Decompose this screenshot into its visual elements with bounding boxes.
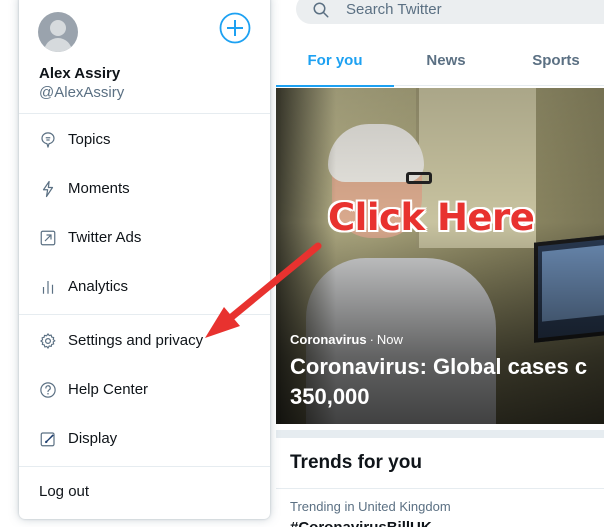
analytics-icon	[42, 281, 54, 294]
hero-headline-line1: Coronavirus: Global cases c	[290, 354, 588, 379]
avatar[interactable]	[38, 12, 78, 52]
tab-sports[interactable]: Sports	[498, 34, 604, 86]
add-account-icon[interactable]	[219, 12, 251, 44]
divider	[276, 488, 604, 489]
menu-item-topics[interactable]: Topics	[19, 118, 270, 162]
hero-headline-line2: 350,000	[290, 384, 370, 409]
account-name: Alex Assiry	[39, 65, 121, 82]
hero-time: Now	[376, 332, 403, 347]
hero-story[interactable]: Coronavirus · Now Coronavirus: Global case…	[276, 88, 604, 424]
search-box[interactable]	[296, 0, 604, 24]
hero-category: Coronavirus	[290, 332, 367, 347]
explore-tabs: For you News Sports	[276, 34, 604, 87]
hero-headline: Coronavirus: Global cases c 350,000	[290, 352, 604, 412]
search-input[interactable]	[346, 0, 604, 21]
menu-item-twitter-ads[interactable]: Twitter Ads	[19, 216, 270, 260]
menu-item-label: Moments	[68, 180, 130, 197]
hero-separator: ·	[369, 332, 374, 347]
display-icon	[40, 432, 55, 447]
menu-item-settings-and-privacy[interactable]: Settings and privacy	[19, 319, 270, 363]
twitter-ads-icon	[40, 230, 56, 246]
trends-panel: Trends for you Trending in United Kingdo…	[276, 430, 604, 527]
tab-label: Sports	[532, 51, 580, 69]
menu-item-label: Twitter Ads	[68, 229, 142, 246]
account-handle: @AlexAssiry	[39, 84, 125, 101]
gear-icon	[40, 333, 56, 349]
topics-icon	[41, 132, 55, 148]
avatar-body	[44, 38, 72, 52]
click-here-annotation: Click Here	[328, 196, 535, 239]
divider	[19, 466, 270, 467]
menu-item-label: Help Center	[68, 381, 149, 398]
moments-icon	[42, 180, 54, 198]
avatar-head	[50, 20, 66, 36]
menu-item-help-center[interactable]: Help Center	[19, 368, 270, 412]
menu-item-display[interactable]: Display	[19, 417, 270, 461]
tab-label: For you	[307, 51, 363, 69]
tab-for-you[interactable]: For you	[276, 34, 394, 87]
trends-title: Trends for you	[290, 452, 422, 473]
menu-item-label: Topics	[68, 131, 111, 148]
account-menu: Alex Assiry @AlexAssiry Topics Moments T…	[19, 0, 270, 519]
menu-item-moments[interactable]: Moments	[19, 167, 270, 211]
menu-item-label: Settings and privacy	[68, 332, 204, 349]
menu-item-label: Analytics	[68, 278, 129, 295]
divider	[19, 314, 270, 315]
trend-hashtag[interactable]: #CoronavirusBillUK	[290, 519, 432, 527]
active-tab-indicator	[276, 85, 394, 87]
menu-item-label: Display	[68, 430, 118, 447]
divider	[19, 113, 270, 114]
tab-news[interactable]: News	[394, 34, 498, 86]
logout-button[interactable]: Log out	[39, 483, 89, 500]
search-icon	[313, 2, 329, 18]
help-icon	[40, 382, 56, 398]
trend-context: Trending in United Kingdom	[290, 499, 451, 514]
hero-meta: Coronavirus · Now	[290, 332, 403, 347]
tab-label: News	[426, 51, 466, 69]
menu-item-analytics[interactable]: Analytics	[19, 265, 270, 309]
